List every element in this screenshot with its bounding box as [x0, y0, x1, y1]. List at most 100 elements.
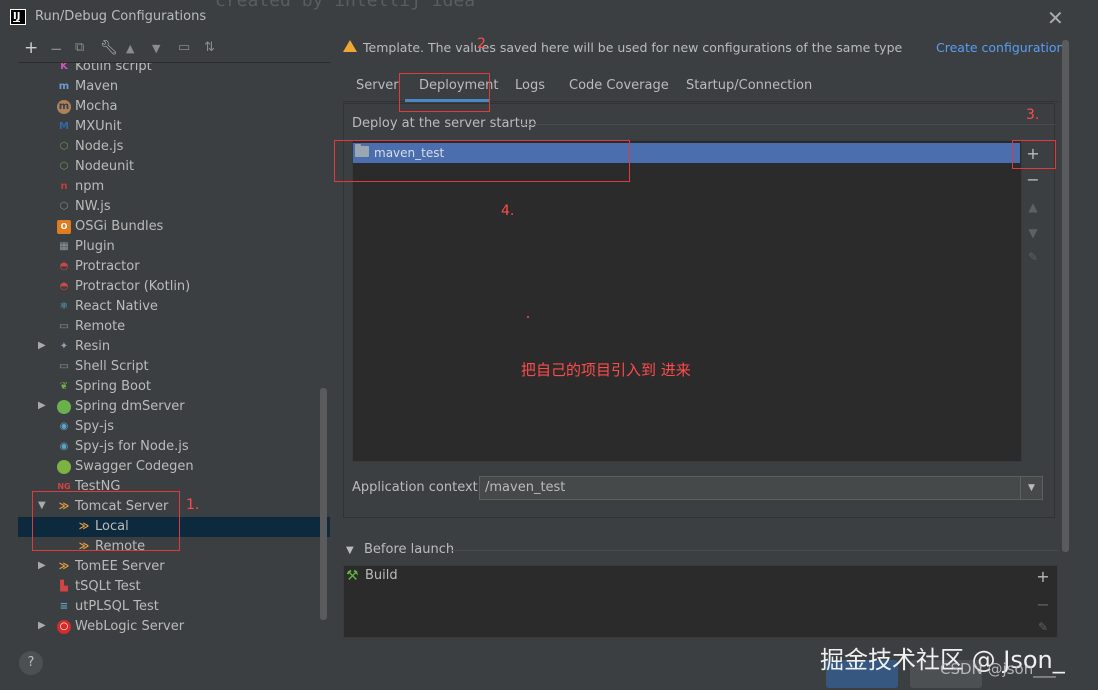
tree-item-label: Resin — [75, 339, 111, 354]
watermark-csdn: CSDN @json___ — [940, 660, 1056, 678]
collapse-arrow-icon[interactable]: ▼ — [346, 545, 354, 556]
tree-item-label: Mocha — [75, 99, 118, 114]
remove-task-button[interactable]: − — [1032, 595, 1054, 614]
spring-dm-icon: ● — [57, 400, 71, 414]
tree-scrollbar[interactable] — [320, 388, 327, 620]
tree-item-label: Shell Script — [75, 359, 149, 374]
tree-item-label: React Native — [75, 299, 158, 314]
tree-item[interactable]: K Kotlin script — [18, 62, 330, 77]
tab-startup-connection[interactable]: Startup/Connection — [686, 78, 812, 93]
add-icon[interactable]: + — [24, 38, 38, 58]
tab-server[interactable]: Server — [356, 78, 399, 93]
npm-icon: n — [60, 181, 68, 192]
tree-item[interactable]: m Maven — [18, 77, 330, 97]
tree-item[interactable]: ◉ Spy-js for Node.js — [18, 437, 330, 457]
tree-item[interactable]: O OSGi Bundles — [18, 217, 330, 237]
edit-icon[interactable]: ✎ — [1032, 620, 1054, 634]
nodeunit-icon: ⬡ — [59, 161, 69, 172]
close-icon[interactable]: ✕ — [1047, 6, 1064, 30]
template-notice: Template. The values saved here will be … — [363, 40, 903, 55]
chevron-right-icon[interactable]: ▶ — [38, 560, 46, 571]
app-context-value[interactable]: /maven_test — [485, 480, 565, 495]
tree-item[interactable]: ⬡ Node.js — [18, 137, 330, 157]
tree-item[interactable]: ▶ ≫ TomEE Server — [18, 557, 330, 577]
tree-item[interactable]: ▶ ● Spring dmServer — [18, 397, 330, 417]
folder-icon[interactable]: ▭ — [178, 40, 190, 55]
tree-item-label: Spy-js for Node.js — [75, 439, 189, 454]
create-configuration-link[interactable]: Create configuration — [936, 40, 1064, 55]
tree-item[interactable]: ● Swagger Codegen — [18, 457, 330, 477]
deploy-section-title: Deploy at the server startup — [352, 116, 537, 131]
edit-icon[interactable]: ✎ — [1022, 250, 1044, 264]
weblogic-icon: ○ — [57, 620, 71, 634]
before-launch-title[interactable]: Before launch — [364, 542, 454, 557]
tree-item[interactable]: ▭ Shell Script — [18, 357, 330, 377]
chevron-right-icon[interactable]: ▶ — [38, 340, 46, 351]
chevron-down-icon[interactable]: ▼ — [1020, 477, 1042, 499]
add-task-button[interactable]: + — [1032, 567, 1054, 586]
tree-item-label: utPLSQL Test — [75, 599, 159, 614]
annotation-box-4 — [334, 140, 630, 182]
before-launch-list[interactable] — [343, 565, 1058, 638]
remove-deployment-button[interactable]: − — [1022, 170, 1044, 189]
tree-item-label: WebLogic Server — [75, 619, 185, 634]
section-divider — [520, 124, 1055, 125]
tree-item[interactable]: ▶ ○ WebLogic Server — [18, 617, 330, 636]
move-down-icon[interactable]: ▼ — [152, 42, 160, 55]
spyjs-icon: ◉ — [59, 421, 69, 432]
chevron-right-icon[interactable]: ▶ — [38, 400, 46, 411]
help-button[interactable]: ? — [19, 651, 43, 675]
app-context-label: Application context: — [352, 480, 483, 495]
deployment-list[interactable] — [352, 140, 1022, 462]
before-launch-item[interactable]: Build — [365, 568, 398, 583]
copy-icon[interactable]: ⧉ — [75, 40, 84, 55]
annotation-label-1: 1. — [186, 497, 200, 513]
tree-item[interactable]: ≡ utPLSQL Test — [18, 597, 330, 617]
tree-item[interactable]: ▙ tSQLt Test — [18, 577, 330, 597]
tree-item-label: Swagger Codegen — [75, 459, 194, 474]
tree-item-label: Nodeunit — [75, 159, 135, 174]
tree-item[interactable]: ⚛ React Native — [18, 297, 330, 317]
annotation-box-2 — [399, 73, 490, 112]
osgi-icon: O — [57, 220, 71, 234]
tree-item-label: Spy-js — [75, 419, 115, 434]
tree-item[interactable]: n npm — [18, 177, 330, 197]
tree-item[interactable]: ▭ Remote — [18, 317, 330, 337]
move-down-icon[interactable]: ▼ — [1022, 226, 1044, 240]
react-icon: ⚛ — [59, 301, 69, 312]
tree-item[interactable]: ❦ Spring Boot — [18, 377, 330, 397]
tree-item-label: MXUnit — [75, 119, 122, 134]
tree-item[interactable]: ◉ Spy-js — [18, 417, 330, 437]
tree-item[interactable]: ▶ ✦ Resin — [18, 337, 330, 357]
tree-item[interactable]: ◓ Protractor (Kotlin) — [18, 277, 330, 297]
annotation-label-4: 4. — [501, 203, 515, 219]
tree-item-label: Plugin — [75, 239, 115, 254]
swagger-icon: ● — [57, 460, 71, 474]
tree-item[interactable]: m Mocha — [18, 97, 330, 117]
tab-logs[interactable]: Logs — [515, 78, 545, 93]
chevron-right-icon[interactable]: ▶ — [38, 620, 46, 631]
wrench-icon[interactable]: 🔧︎ — [100, 40, 118, 56]
tree-item[interactable]: ⬡ NW.js — [18, 197, 330, 217]
tree-item[interactable]: ⬡ Nodeunit — [18, 157, 330, 177]
move-up-icon[interactable]: ▲ — [1022, 200, 1044, 214]
tree-item[interactable]: ▦ Plugin — [18, 237, 330, 257]
tree-item-label: TomEE Server — [75, 559, 165, 574]
deployment-tools: + − ▲ ▼ ✎ — [1022, 140, 1044, 462]
warning-icon — [343, 40, 357, 52]
annotation-note: 把自己的项目引入到 进来 — [521, 361, 691, 379]
protractor-icon: ◓ — [59, 261, 69, 272]
sort-icon[interactable]: ⇅ — [204, 40, 215, 55]
shell-icon: ▭ — [59, 361, 69, 372]
tree-item[interactable]: M MXUnit — [18, 117, 330, 137]
tab-code-coverage[interactable]: Code Coverage — [569, 78, 669, 93]
move-up-icon[interactable]: ▲ — [126, 42, 134, 55]
tree-item-label: Spring dmServer — [75, 399, 185, 414]
nodejs-icon: ⬡ — [59, 141, 69, 152]
maven-icon: m — [58, 81, 70, 92]
kotlin-icon: K — [60, 62, 68, 72]
right-scrollbar[interactable] — [1062, 40, 1069, 552]
remove-icon[interactable]: − — [50, 40, 63, 58]
spring-boot-icon: ❦ — [59, 381, 69, 392]
tree-item[interactable]: ◓ Protractor — [18, 257, 330, 277]
